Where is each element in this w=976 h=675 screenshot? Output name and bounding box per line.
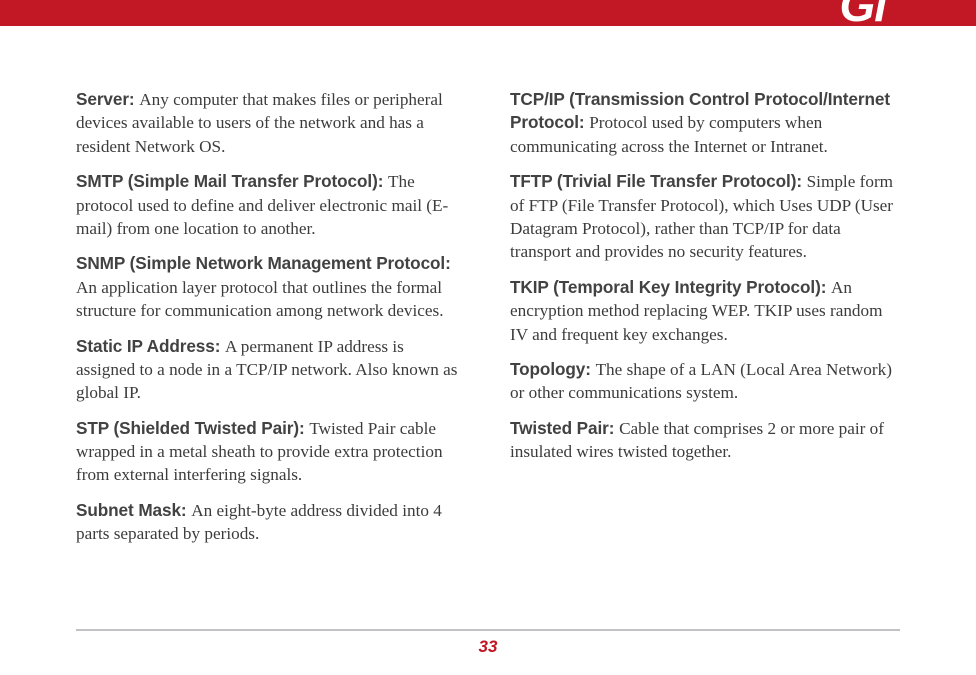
left-column: Server: Any computer that makes files or… (76, 88, 466, 558)
glossary-definition: An application layer protocol that outli… (76, 278, 444, 320)
glossary-entry: Static IP Address: A permanent IP addres… (76, 335, 466, 405)
glossary-entry: Twisted Pair: Cable that comprises 2 or … (510, 417, 900, 464)
glossary-entry: SNMP (Simple Network Management Protocol… (76, 252, 466, 322)
glossary-entry: STP (Shielded Twisted Pair): Twisted Pai… (76, 417, 466, 487)
glossary-term: Server: (76, 89, 139, 109)
glossary-entry: Server: Any computer that makes files or… (76, 88, 466, 158)
glossary-term: SMTP (Simple Mail Transfer Protocol): (76, 171, 388, 191)
page-body: Server: Any computer that makes files or… (0, 26, 976, 558)
glossary-entry: Subnet Mask: An eight-byte address divid… (76, 499, 466, 546)
glossary-entry: TCP/IP (Transmission Control Protocol/In… (510, 88, 900, 158)
right-column: TCP/IP (Transmission Control Protocol/In… (510, 88, 900, 558)
glossary-term: TFTP (Trivial File Transfer Protocol): (510, 171, 807, 191)
glossary-term: Static IP Address: (76, 336, 225, 356)
glossary-entry: TKIP (Temporal Key Integrity Protocol): … (510, 276, 900, 346)
header-corner-text: Gl (839, 0, 886, 32)
glossary-term: Subnet Mask: (76, 500, 191, 520)
glossary-entry: TFTP (Trivial File Transfer Protocol): S… (510, 170, 900, 264)
header-band: Gl (0, 0, 976, 26)
glossary-term: Topology: (510, 359, 596, 379)
glossary-entry: SMTP (Simple Mail Transfer Protocol): Th… (76, 170, 466, 240)
footer: 33 (76, 629, 900, 657)
page-number: 33 (479, 637, 498, 656)
glossary-term: TKIP (Temporal Key Integrity Protocol): (510, 277, 831, 297)
glossary-term: STP (Shielded Twisted Pair): (76, 418, 309, 438)
footer-rule (76, 629, 900, 631)
glossary-term: Twisted Pair: (510, 418, 619, 438)
glossary-term: SNMP (Simple Network Management Protocol… (76, 253, 451, 273)
glossary-entry: Topology: The shape of a LAN (Local Area… (510, 358, 900, 405)
